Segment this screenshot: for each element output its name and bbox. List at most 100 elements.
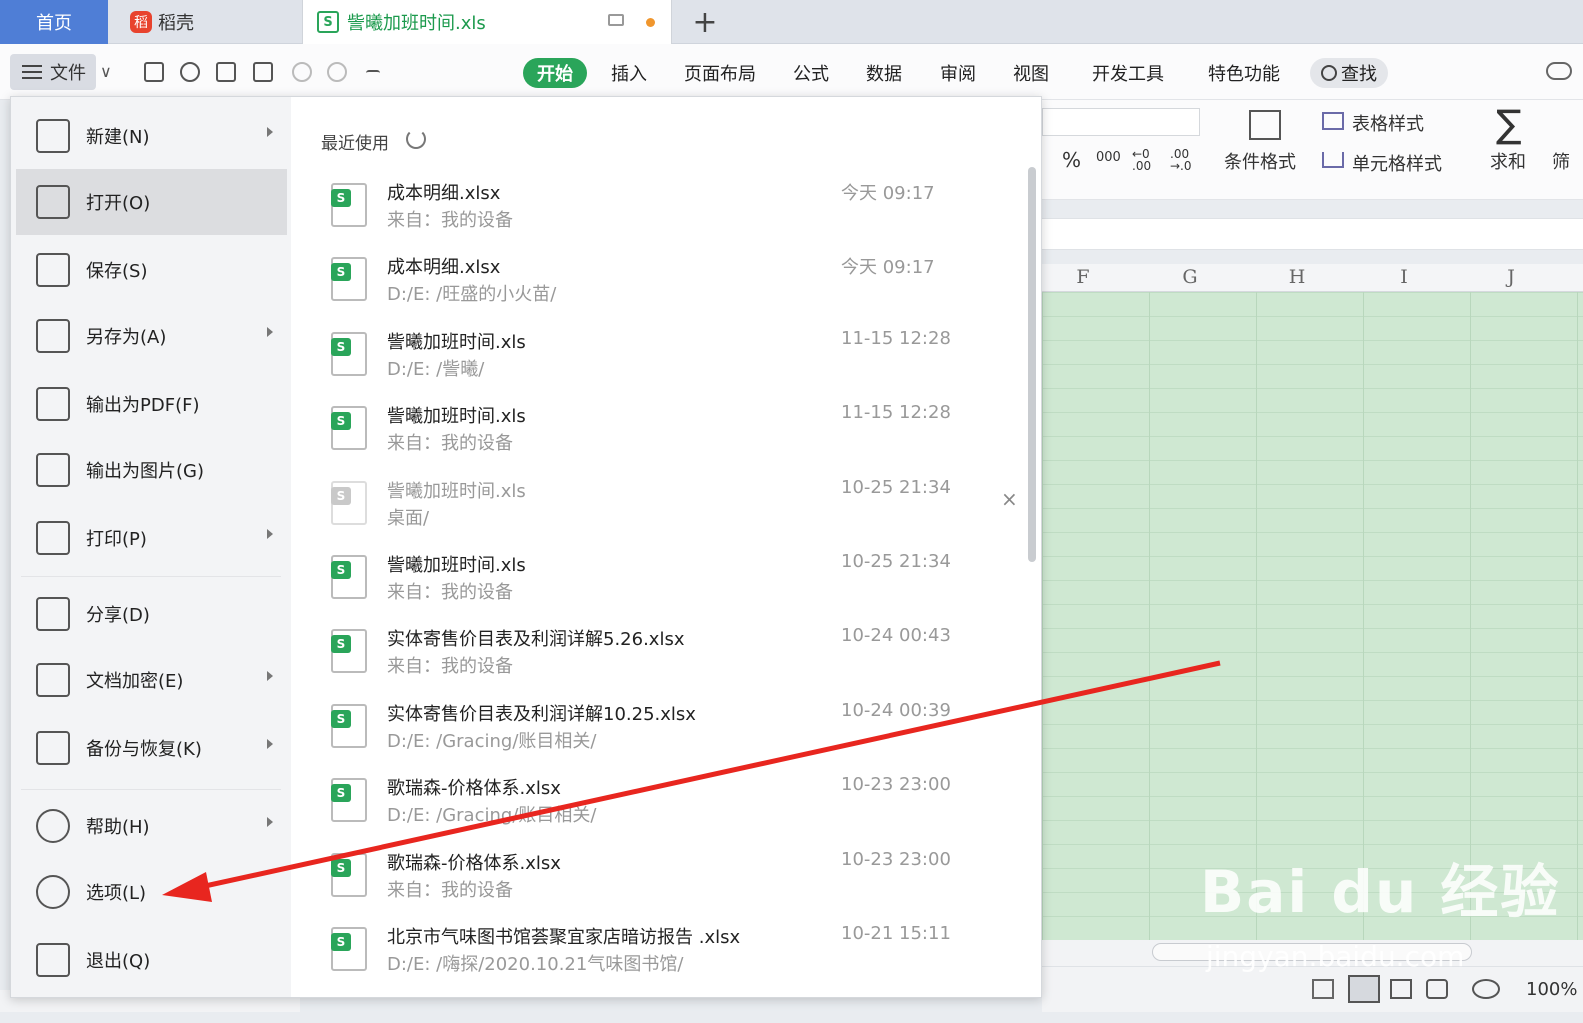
tab-document[interactable]: S 訾曦加班时间.xls (302, 0, 672, 44)
file-menu-button[interactable]: 文件 (10, 54, 96, 90)
spreadsheet-icon: S (317, 11, 339, 33)
column-f[interactable]: F (1073, 266, 1093, 288)
file-menu-item[interactable]: 打开(O) (16, 169, 287, 235)
recent-file-item[interactable]: S 成本明细.xlsx 来自：我的设备 今天 09:17 (321, 173, 1021, 247)
file-menu-item-label: 帮助(H) (86, 817, 150, 838)
file-menu-item[interactable]: 选项(L) (16, 859, 287, 925)
spreadsheet-badge: S (331, 858, 351, 877)
file-menu-item[interactable]: 备份与恢复(K) (16, 715, 287, 781)
file-menu-item[interactable]: 文档加密(E) (16, 647, 287, 713)
conditional-format-button[interactable]: 条件格式 (1224, 148, 1296, 174)
column-g[interactable]: G (1180, 266, 1200, 288)
spreadsheet-badge: S (331, 337, 351, 356)
page-layout-view-icon[interactable] (1390, 979, 1412, 999)
chevron-down-icon[interactable]: ∨ (100, 62, 112, 81)
column-i[interactable]: I (1394, 266, 1414, 288)
recent-file-item[interactable]: S 訾曦加班时间.xls D:/E: /訾曦/11-15 12:28 (321, 322, 1021, 396)
refresh-icon[interactable] (406, 129, 426, 149)
page-break-view-icon[interactable] (1426, 979, 1448, 999)
file-menu-item[interactable]: 帮助(H) (16, 793, 287, 859)
recent-file-path: 来自：我的设备 (387, 433, 513, 455)
recent-file-time: 11-15 12:28 (841, 327, 951, 349)
normal-view-icon[interactable] (1348, 975, 1380, 1003)
recent-file-item[interactable]: S 实体寄售价目表及利润详解10.25.xlsx D:/E: /Gracing/账目… (321, 694, 1021, 768)
cell-style-button[interactable]: 单元格样式 (1352, 150, 1442, 176)
file-menu-item[interactable]: 输出为PDF(F) (16, 371, 287, 437)
file-menu-item[interactable]: 打印(P) (16, 505, 287, 571)
tab-special[interactable]: 特色功能 (1208, 58, 1280, 88)
open-folder-icon (36, 185, 70, 219)
print-icon (36, 521, 70, 555)
save-quick-icon[interactable] (144, 62, 164, 82)
recent-file-name: 成本明细.xlsx (387, 257, 501, 279)
file-menu-item[interactable]: 另存为(A) (16, 303, 287, 369)
recent-file-item[interactable]: S 訾曦加班时间.xls 来自：我的设备 10-25 21:34 (321, 545, 1021, 619)
recent-file-item[interactable]: S 訾曦加班时间.xls 来自：我的设备 11-15 12:28 (321, 396, 1021, 470)
filter-button[interactable]: 筛 (1552, 148, 1570, 174)
tab-developer[interactable]: 开发工具 (1092, 58, 1164, 88)
column-j[interactable]: J (1501, 266, 1521, 288)
print-preview-icon[interactable] (253, 62, 273, 82)
spreadsheet-file-icon: S (331, 257, 367, 302)
file-menu-item[interactable]: 退出(Q) (16, 927, 287, 993)
redo-icon[interactable] (327, 62, 347, 82)
submenu-arrow-icon (267, 817, 273, 827)
recent-file-item[interactable]: S 北京市气味图书馆荟聚宜家店暗访报告 .xlsx D:/E: /嗨探/2020.1… (321, 917, 1021, 991)
file-menu-item[interactable]: 新建(N) (16, 103, 287, 169)
recent-file-path: 来自：我的设备 (387, 582, 513, 603)
tab-start[interactable]: 开始 (523, 58, 587, 88)
recent-file-item[interactable]: S 訾曦加班时间.xls 桌面/10-25 21:34 (321, 471, 1021, 545)
increase-decimal-button[interactable]: ←0 .00 (1132, 148, 1162, 172)
tab-formula[interactable]: 公式 (793, 58, 829, 88)
file-menu-item[interactable]: 输出为图片(G) (16, 437, 287, 503)
percent-button[interactable]: % (1062, 148, 1081, 172)
file-menu-item[interactable]: 分享(D) (16, 581, 287, 647)
undo-icon[interactable] (292, 62, 312, 82)
spreadsheet-badge: S (331, 486, 351, 505)
decrease-decimal-button[interactable]: .00 →.0 (1170, 148, 1200, 172)
recent-file-item[interactable]: S 实体寄售价目表及利润详解5.26.xlsx 来自：我的设备 10-24 00:43 (321, 619, 1021, 693)
recent-list-scrollbar[interactable] (1028, 167, 1036, 562)
tab-page-layout[interactable]: 页面布局 (684, 58, 756, 88)
spreadsheet-file-icon: S (331, 331, 367, 376)
sheet-grid[interactable] (1042, 292, 1583, 940)
recent-file-name: 訾曦加班时间.xls (387, 331, 526, 353)
file-menu-item-label: 分享(D) (86, 605, 150, 626)
recent-file-time: 10-24 00:39 (841, 699, 951, 721)
zoom-level[interactable]: 100% (1526, 979, 1577, 1000)
table-style-button[interactable]: 表格样式 (1352, 110, 1424, 136)
recent-file-path: 来自：我的设备 (387, 210, 513, 231)
search-button[interactable]: 查找 (1310, 58, 1388, 88)
tab-review[interactable]: 审阅 (940, 58, 976, 88)
customize-toolbar-icon[interactable] (366, 70, 380, 78)
menu-separator (21, 789, 281, 790)
eye-protection-icon[interactable] (1472, 979, 1500, 999)
cloud-sync-icon[interactable] (1546, 62, 1572, 80)
tab-view[interactable]: 视图 (1013, 58, 1049, 88)
backup-icon (36, 731, 70, 765)
fullscreen-icon[interactable] (1312, 979, 1334, 999)
file-menu-item[interactable]: 保存(S) (16, 237, 287, 303)
tab-insert[interactable]: 插入 (611, 58, 647, 88)
sum-button[interactable]: 求和 (1490, 148, 1526, 174)
recent-file-item[interactable]: S 歌瑞森-价格体系.xlsx D:/E: /Gracing/账目相关/10-23 … (321, 768, 1021, 842)
thousands-button[interactable]: 000 (1096, 150, 1121, 165)
formula-bar[interactable] (1042, 218, 1583, 250)
submenu-arrow-icon (267, 529, 273, 539)
cloud-spreadsheet-icon: S (331, 406, 367, 451)
monitor-icon[interactable] (608, 14, 624, 26)
format-painter-icon[interactable] (180, 62, 200, 82)
print-quick-icon[interactable] (216, 62, 236, 82)
number-format-select[interactable] (1042, 108, 1200, 136)
file-menu-item-label: 文档加密(E) (86, 671, 184, 692)
tab-home[interactable]: 首页 (0, 0, 108, 44)
recent-file-item[interactable]: S 成本明细.xlsx D:/E: /旺盛的小火苗/今天 09:17 (321, 247, 1021, 321)
column-h[interactable]: H (1287, 266, 1307, 288)
tab-daoke[interactable]: 稻稻壳 (110, 0, 298, 44)
conditional-format-icon[interactable] (1249, 110, 1281, 140)
new-tab-button[interactable]: + (690, 0, 720, 44)
remove-item-icon[interactable]: × (1001, 487, 1018, 511)
tab-data[interactable]: 数据 (866, 58, 902, 88)
sum-icon[interactable]: ∑ (1496, 102, 1522, 146)
recent-file-item[interactable]: S 歌瑞森-价格体系.xlsx 来自：我的设备 10-23 23:00 (321, 843, 1021, 917)
